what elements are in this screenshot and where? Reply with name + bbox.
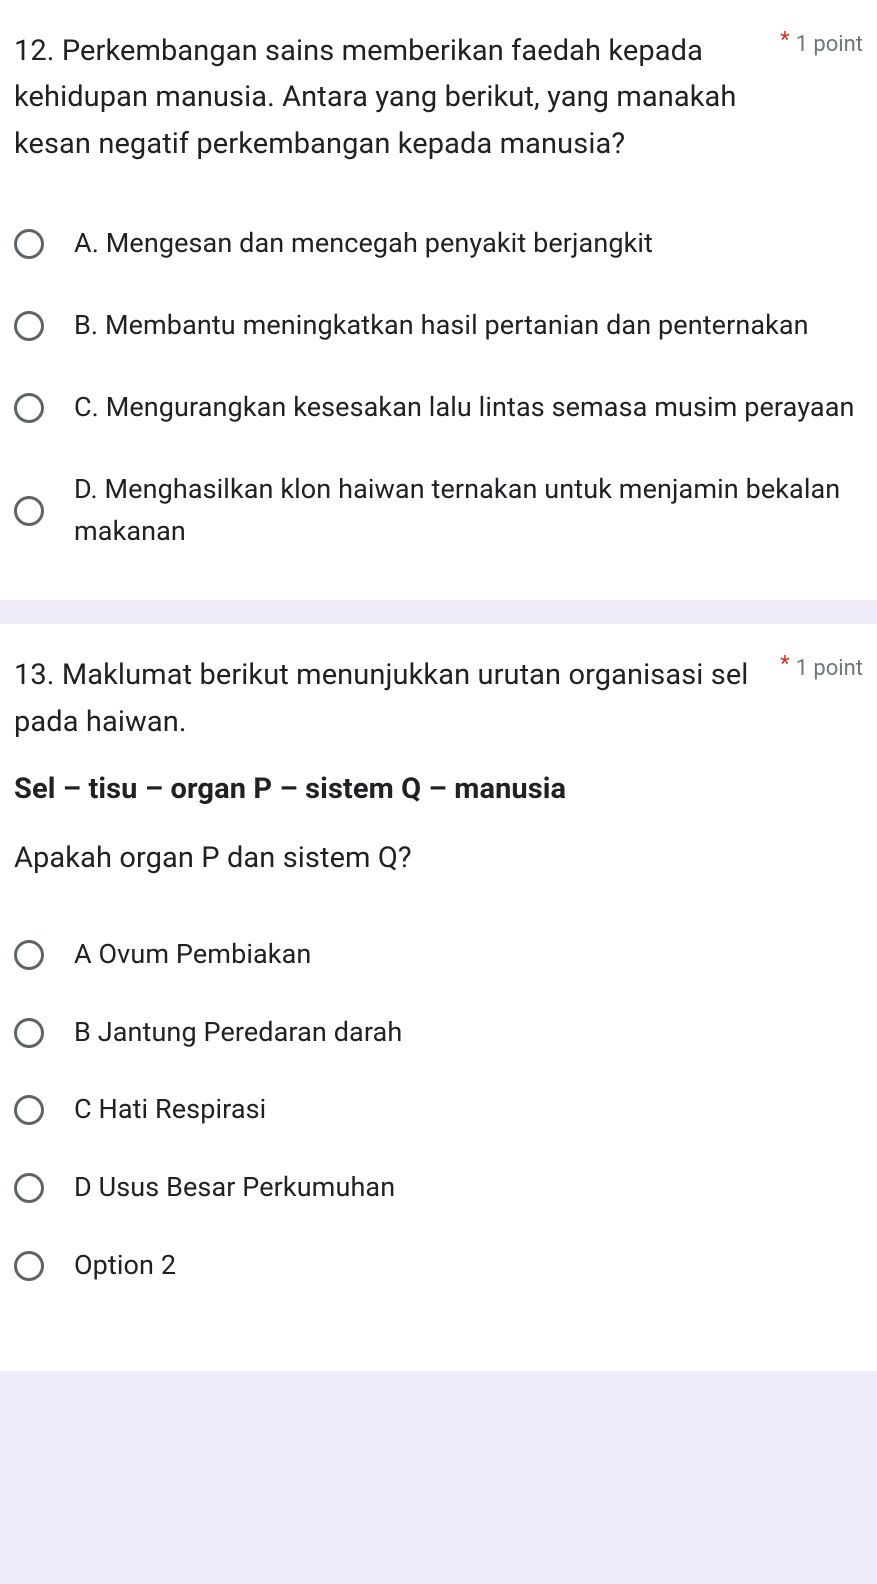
options-group: A. Mengesan dan mencegah penyakit berjan…: [14, 223, 863, 552]
required-star-icon: *: [780, 28, 789, 53]
options-group: A Ovum Pembiakan B Jantung Peredaran dar…: [14, 934, 863, 1287]
question-card: 13. Maklumat berikut menunjukkan urutan …: [0, 624, 877, 1371]
points-wrap: * 1 point: [760, 652, 863, 681]
radio-icon[interactable]: [14, 229, 44, 259]
required-star-icon: *: [780, 652, 789, 677]
question-header: 12. Perkembangan sains memberikan faedah…: [14, 28, 863, 167]
question-text: 12. Perkembangan sains memberikan faedah…: [14, 28, 760, 167]
question-subtext: Apakah organ P dan sistem Q?: [14, 834, 760, 883]
question-card: 12. Perkembangan sains memberikan faedah…: [0, 0, 877, 600]
option-label: C Hati Respirasi: [74, 1089, 266, 1131]
radio-icon[interactable]: [14, 1018, 44, 1048]
question-body: Perkembangan sains memberikan faedah kep…: [14, 34, 737, 161]
radio-icon[interactable]: [14, 496, 44, 526]
option-b[interactable]: B Jantung Peredaran darah: [14, 1012, 863, 1054]
radio-icon[interactable]: [14, 1173, 44, 1203]
question-body: Maklumat berikut menunjukkan urutan orga…: [14, 658, 748, 738]
points-label: 1 point: [796, 28, 863, 57]
option-label: D Usus Besar Perkumuhan: [74, 1167, 395, 1209]
radio-icon[interactable]: [14, 940, 44, 970]
radio-icon[interactable]: [14, 393, 44, 423]
option-d[interactable]: D Usus Besar Perkumuhan: [14, 1167, 863, 1209]
radio-icon[interactable]: [14, 1095, 44, 1125]
option-d[interactable]: D. Menghasilkan klon haiwan ternakan unt…: [14, 469, 863, 553]
option-label: C. Mengurangkan kesesakan lalu lintas se…: [74, 387, 855, 429]
option-extra[interactable]: Option 2: [14, 1245, 863, 1287]
option-label: A. Mengesan dan mencegah penyakit berjan…: [74, 223, 653, 265]
question-number: 13.: [14, 658, 55, 692]
question-header: 13. Maklumat berikut menunjukkan urutan …: [14, 652, 863, 883]
option-b[interactable]: B. Membantu meningkatkan hasil pertanian…: [14, 305, 863, 347]
option-label: D. Menghasilkan klon haiwan ternakan unt…: [74, 469, 863, 553]
option-label: A Ovum Pembiakan: [74, 934, 311, 976]
option-c[interactable]: C Hati Respirasi: [14, 1089, 863, 1131]
question-number: 12.: [14, 34, 55, 68]
radio-icon[interactable]: [14, 1251, 44, 1281]
option-label: B. Membantu meningkatkan hasil pertanian…: [74, 305, 809, 347]
option-a[interactable]: A. Mengesan dan mencegah penyakit berjan…: [14, 223, 863, 265]
option-label: Option 2: [74, 1245, 176, 1287]
points-wrap: * 1 point: [760, 28, 863, 57]
option-c[interactable]: C. Mengurangkan kesesakan lalu lintas se…: [14, 387, 863, 429]
option-a[interactable]: A Ovum Pembiakan: [14, 934, 863, 976]
question-text: 13. Maklumat berikut menunjukkan urutan …: [14, 652, 760, 883]
radio-icon[interactable]: [14, 311, 44, 341]
points-label: 1 point: [796, 652, 863, 681]
option-label: B Jantung Peredaran darah: [74, 1012, 402, 1054]
question-bold-line: Sel – tisu – organ P – sistem Q – manusi…: [14, 765, 760, 814]
